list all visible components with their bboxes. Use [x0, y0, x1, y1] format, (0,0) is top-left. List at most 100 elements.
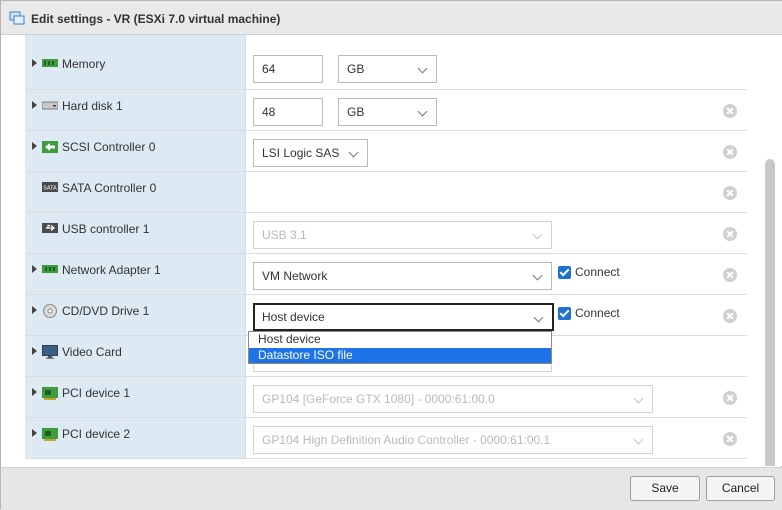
usb-version-select: USB 3.1	[253, 221, 552, 249]
memory-input[interactable]: 64	[253, 55, 323, 83]
row-label-cell: Memory	[25, 35, 245, 89]
chevron-down-icon	[532, 229, 543, 240]
dialog-title: Edit settings - VR (ESXi 7.0 virtual mac…	[31, 12, 281, 26]
row-label-cell: SCSI Controller 0	[25, 131, 245, 171]
connect-label: Connect	[575, 306, 620, 320]
row-value-cell: Host device Connect	[245, 295, 746, 335]
hard-disk-icon	[42, 99, 58, 113]
select-value: VM Network	[262, 269, 328, 283]
row-pci-device-1: PCI device 1 GP104 [GeForce GTX 1080] - …	[25, 377, 747, 418]
row-name: Memory	[62, 57, 106, 71]
row-label-cell: USB controller 1	[25, 213, 245, 253]
usb-icon	[42, 222, 58, 236]
row-name: CD/DVD Drive 1	[62, 304, 150, 318]
chevron-down-icon	[532, 270, 543, 281]
select-value: GB	[347, 105, 365, 119]
select-value: GB	[347, 62, 365, 76]
row-label-cell: PCI device 2	[25, 418, 245, 458]
expand-arrow-icon[interactable]	[32, 388, 37, 396]
cd-dvd-source-select[interactable]: Host device	[253, 303, 554, 331]
cancel-button[interactable]: Cancel	[706, 476, 775, 501]
row-label-cell: Video Card	[25, 336, 245, 376]
remove-device-icon[interactable]	[723, 268, 737, 282]
row-scsi-controller-0: SCSI Controller 0 LSI Logic SAS	[25, 131, 747, 172]
vm-icon	[9, 11, 25, 25]
row-value-cell: 64 GB	[245, 35, 746, 89]
row-label-cell: CD/DVD Drive 1	[25, 295, 245, 335]
vertical-scrollbar[interactable]	[765, 159, 775, 466]
network-select[interactable]: VM Network	[253, 262, 552, 290]
row-label-cell: SATA SATA Controller 0	[25, 172, 245, 212]
pci-device-icon	[42, 386, 58, 400]
row-value-cell	[245, 172, 746, 212]
cd-dvd-dropdown-list: Host device Datastore ISO file	[248, 331, 552, 364]
row-label-cell: PCI device 1	[25, 377, 245, 417]
settings-scroll-area[interactable]: Memory 64 GB Hard disk 1 48 GB SCSI Cont…	[5, 35, 782, 466]
row-name: Video Card	[62, 345, 122, 359]
chevron-down-icon	[348, 147, 359, 158]
remove-device-icon[interactable]	[723, 145, 737, 159]
row-value-cell: LSI Logic SAS	[245, 131, 746, 171]
remove-device-icon[interactable]	[723, 309, 737, 323]
sata-controller-icon: SATA	[42, 181, 58, 195]
expand-arrow-icon[interactable]	[32, 59, 37, 67]
pci-device-1-select: GP104 [GeForce GTX 1080] - 0000:61:00.0	[253, 385, 653, 413]
chevron-down-icon	[633, 434, 644, 445]
cd-connect-checkbox[interactable]	[558, 307, 571, 320]
row-cd-dvd-drive-1: CD/DVD Drive 1 Host device Connect	[25, 295, 747, 336]
select-value: GP104 High Definition Audio Controller -…	[262, 433, 551, 447]
remove-device-icon[interactable]	[723, 186, 737, 200]
select-value: LSI Logic SAS	[262, 146, 340, 160]
network-adapter-icon	[42, 263, 58, 277]
edit-settings-dialog: Edit settings - VR (ESXi 7.0 virtual mac…	[0, 0, 782, 510]
cd-dvd-icon	[42, 304, 58, 318]
monitor-icon	[42, 345, 58, 359]
row-usb-controller-1: USB controller 1 USB 3.1	[25, 213, 747, 254]
row-value-cell: USB 3.1	[245, 213, 746, 253]
row-label-cell: Network Adapter 1	[25, 254, 245, 294]
row-value-cell: VM Network Connect	[245, 254, 746, 294]
row-name: PCI device 2	[62, 427, 131, 441]
svg-text:SATA: SATA	[43, 186, 57, 192]
expand-arrow-icon[interactable]	[32, 265, 37, 273]
row-network-adapter-1: Network Adapter 1 VM Network Connect	[25, 254, 747, 295]
hard-disk-unit-select[interactable]: GB	[338, 98, 437, 126]
row-memory: Memory 64 GB	[25, 35, 747, 90]
select-value: GP104 [GeForce GTX 1080] - 0000:61:00.0	[262, 392, 495, 406]
pci-device-icon	[42, 427, 58, 441]
dropdown-option-host-device[interactable]: Host device	[249, 332, 551, 347]
memory-icon	[42, 57, 58, 71]
connect-label: Connect	[575, 265, 620, 279]
chevron-down-icon	[533, 312, 544, 323]
remove-device-icon[interactable]	[723, 104, 737, 118]
row-value-cell: 48 GB	[245, 90, 746, 130]
dialog-footer: Save Cancel	[1, 467, 782, 510]
row-sata-controller-0: SATA SATA Controller 0	[25, 172, 747, 213]
scsi-type-select[interactable]: LSI Logic SAS	[253, 139, 368, 167]
remove-device-icon[interactable]	[723, 432, 737, 446]
memory-unit-select[interactable]: GB	[338, 55, 437, 83]
expand-arrow-icon[interactable]	[32, 347, 37, 355]
expand-arrow-icon[interactable]	[32, 142, 37, 150]
chevron-down-icon	[633, 393, 644, 404]
expand-arrow-icon[interactable]	[32, 306, 37, 314]
expand-arrow-icon[interactable]	[32, 429, 37, 437]
expand-arrow-icon[interactable]	[32, 101, 37, 109]
row-name: PCI device 1	[62, 386, 131, 400]
row-name: SATA Controller 0	[62, 181, 157, 195]
chevron-down-icon	[417, 106, 428, 117]
row-pci-device-2: PCI device 2 GP104 High Definition Audio…	[25, 418, 747, 459]
hard-disk-size-input[interactable]: 48	[253, 98, 323, 126]
dropdown-option-datastore-iso[interactable]: Datastore ISO file	[249, 348, 551, 363]
network-connect-checkbox[interactable]	[558, 266, 571, 279]
row-value-cell: GP104 [GeForce GTX 1080] - 0000:61:00.0	[245, 377, 746, 417]
row-hard-disk-1: Hard disk 1 48 GB	[25, 90, 747, 131]
chevron-down-icon	[417, 63, 428, 74]
save-button[interactable]: Save	[630, 476, 700, 501]
row-value-cell: GP104 High Definition Audio Controller -…	[245, 418, 746, 458]
remove-device-icon[interactable]	[723, 391, 737, 405]
remove-device-icon[interactable]	[723, 227, 737, 241]
row-name: Hard disk 1	[62, 99, 123, 113]
pci-device-2-select: GP104 High Definition Audio Controller -…	[253, 426, 653, 454]
row-name: SCSI Controller 0	[62, 140, 156, 154]
